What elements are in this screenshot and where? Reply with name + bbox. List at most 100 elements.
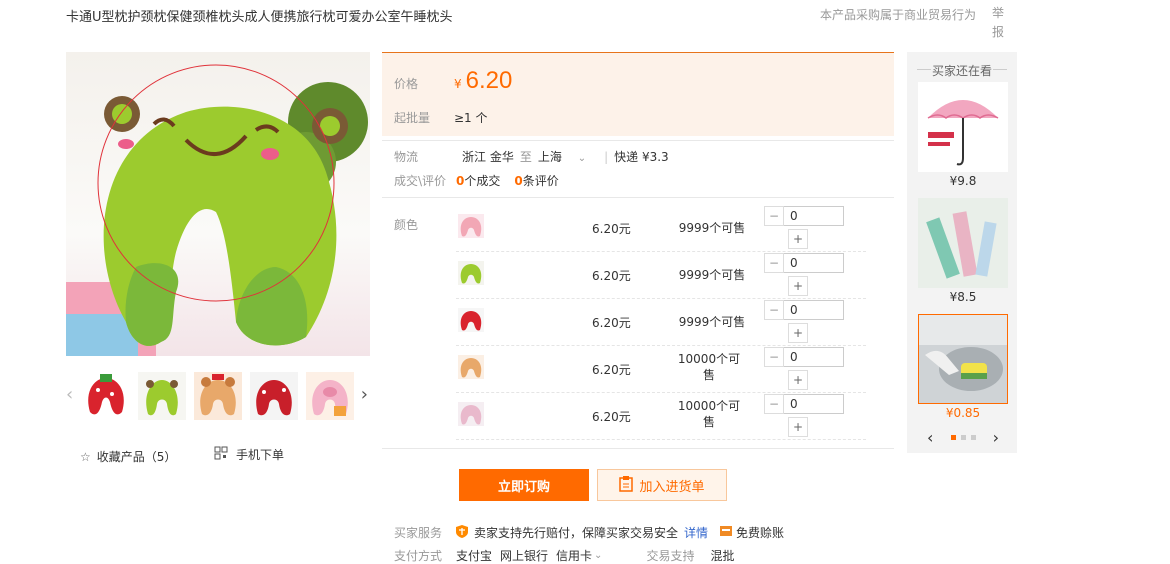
sku-row: 6.20元 9999个可售 − 0 + bbox=[456, 206, 866, 252]
thumb-prev-button[interactable]: ‹ bbox=[66, 384, 73, 405]
express-fee: 快递 ¥3.3 bbox=[614, 150, 669, 164]
payment-method: 支付宝 bbox=[456, 549, 493, 563]
related-prev-button[interactable]: ‹ bbox=[927, 428, 933, 447]
sku-row: 6.20元 10000个可售 − 0 + bbox=[456, 394, 866, 440]
ship-from: 浙江 金华 bbox=[462, 150, 514, 164]
qty-input[interactable]: 0 bbox=[784, 206, 844, 226]
related-price: ¥9.8 bbox=[949, 174, 977, 188]
logistics-row: 物流 浙江 金华 至 上海 ⌄ | 快递 ¥3.3 bbox=[394, 148, 675, 165]
qty-decrease-button[interactable]: − bbox=[764, 206, 784, 226]
sku-price: 6.20元 bbox=[592, 269, 631, 283]
sku-swatch-light-pink[interactable] bbox=[458, 402, 484, 426]
folded-umbrella-image bbox=[918, 198, 1008, 288]
payment-method[interactable]: 信用卡 bbox=[556, 547, 592, 564]
qty-increase-button[interactable]: + bbox=[788, 229, 808, 249]
thumbnail-frog[interactable] bbox=[138, 372, 186, 420]
pager-dot[interactable] bbox=[970, 435, 976, 440]
qty-decrease-button[interactable]: − bbox=[764, 347, 784, 367]
qty-decrease-button[interactable]: − bbox=[764, 394, 784, 414]
buy-now-button[interactable]: 立即订购 bbox=[459, 469, 589, 501]
sku-stock: 9999个可售 bbox=[678, 268, 746, 282]
sku-row: 6.20元 9999个可售 − 0 + bbox=[456, 300, 866, 346]
color-label: 颜色 bbox=[394, 218, 419, 232]
payment-method: 网上银行 bbox=[500, 549, 549, 563]
thumbnail-strawberry[interactable] bbox=[82, 372, 130, 420]
payment-label: 支付方式 bbox=[394, 549, 443, 563]
deal-label: 成交\评价 bbox=[394, 174, 447, 188]
moq-value: ≥1 个 bbox=[454, 111, 488, 125]
qty-decrease-button[interactable]: − bbox=[764, 300, 784, 320]
thumbnail-red-strawberry[interactable] bbox=[250, 372, 298, 420]
ship-to: 上海 bbox=[537, 150, 562, 164]
sku-row: 6.20元 10000个可售 − 0 + bbox=[456, 347, 866, 393]
free-credit-text[interactable]: 免费赊账 bbox=[736, 524, 784, 541]
pager-dot-active[interactable] bbox=[950, 435, 956, 440]
related-item[interactable]: ¥0.85 bbox=[918, 314, 1008, 420]
favorite-button[interactable]: ☆ 收藏产品（5） bbox=[80, 448, 176, 465]
qr-code-icon bbox=[214, 446, 228, 463]
sku-price: 6.20元 bbox=[592, 363, 631, 377]
mobile-order-button[interactable]: 手机下单 bbox=[214, 446, 284, 463]
sku-price: 6.20元 bbox=[592, 410, 631, 424]
price-panel: 价格 ¥ 6.20 起批量 ≥1 个 bbox=[382, 52, 894, 136]
star-icon: ☆ bbox=[80, 449, 91, 464]
divider-line bbox=[382, 140, 894, 141]
guarantee-text: 卖家支持先行赔付，保障买家交易安全 bbox=[474, 526, 679, 540]
mobile-order-label: 手机下单 bbox=[236, 448, 285, 462]
qty-input[interactable]: 0 bbox=[784, 253, 844, 273]
qty-input[interactable]: 0 bbox=[784, 300, 844, 320]
qty-input[interactable]: 0 bbox=[784, 347, 844, 367]
chevron-down-icon[interactable]: ⌄ bbox=[594, 550, 602, 561]
sku-swatch-orange[interactable] bbox=[458, 355, 484, 379]
pager-dot[interactable] bbox=[960, 435, 966, 440]
sku-swatch-red[interactable] bbox=[458, 308, 484, 332]
payment-row: 支付方式 支付宝 网上银行 信用卡 ⌄ 交易支持 混批 bbox=[394, 547, 734, 564]
qty-decrease-button[interactable]: − bbox=[764, 253, 784, 273]
sku-swatch-green[interactable] bbox=[458, 261, 484, 285]
pager-dots bbox=[950, 435, 976, 440]
thumbnail-strip: ‹ › bbox=[66, 368, 370, 424]
price-label: 价格 bbox=[394, 77, 419, 91]
thumbnail-pig[interactable] bbox=[306, 372, 354, 420]
frog-pillow-image bbox=[66, 64, 368, 356]
deal-review-row: 成交\评价 0 个成交 0 条评价 bbox=[394, 172, 559, 189]
review-text[interactable]: 条评价 bbox=[523, 172, 559, 189]
detail-link[interactable]: 详情 bbox=[684, 524, 708, 541]
report-link[interactable]: 举报 bbox=[992, 4, 1006, 42]
related-next-button[interactable]: › bbox=[993, 428, 999, 447]
deal-text[interactable]: 个成交 bbox=[464, 172, 500, 189]
divider-line bbox=[382, 197, 894, 198]
divider: | bbox=[604, 149, 609, 164]
qty-increase-button[interactable]: + bbox=[788, 417, 808, 437]
trade-support-label: 交易支持 bbox=[646, 549, 695, 563]
umbrella-image bbox=[918, 82, 1008, 172]
review-count: 0 bbox=[514, 173, 523, 188]
qty-input[interactable]: 0 bbox=[784, 394, 844, 414]
ship-to-select[interactable]: 上海 ⌄ bbox=[538, 148, 592, 165]
currency-symbol: ¥ bbox=[454, 77, 462, 91]
related-pager: ‹ › bbox=[927, 428, 999, 447]
sku-stock: 9999个可售 bbox=[678, 315, 746, 329]
qty-increase-button[interactable]: + bbox=[788, 370, 808, 390]
related-price: ¥0.85 bbox=[945, 406, 981, 420]
related-item[interactable]: ¥9.8 bbox=[918, 82, 1008, 188]
sku-price: 6.20元 bbox=[592, 222, 631, 236]
chevron-down-icon: ⌄ bbox=[577, 153, 587, 164]
divider-line bbox=[382, 448, 894, 449]
thumb-next-button[interactable]: › bbox=[361, 384, 368, 405]
shield-icon bbox=[456, 524, 468, 541]
qty-increase-button[interactable]: + bbox=[788, 323, 808, 343]
logistics-label: 物流 bbox=[394, 150, 419, 164]
related-item[interactable]: ¥8.5 bbox=[918, 198, 1008, 304]
related-price: ¥8.5 bbox=[949, 290, 977, 304]
sku-stock: 10000个可售 bbox=[677, 399, 741, 429]
main-product-image[interactable] bbox=[66, 52, 370, 356]
favorite-label: 收藏产品（5） bbox=[96, 450, 177, 464]
related-title: 买家还在看 bbox=[907, 62, 1017, 79]
qty-increase-button[interactable]: + bbox=[788, 276, 808, 296]
related-products-panel: 买家还在看 ¥9.8 ¥8.5 ¥0.85 ‹ › bbox=[907, 52, 1017, 453]
thumbnail-bear[interactable] bbox=[194, 372, 242, 420]
sku-swatch-pink[interactable] bbox=[458, 214, 484, 238]
add-to-cart-button[interactable]: 加入进货单 bbox=[597, 469, 727, 501]
add-to-cart-label: 加入进货单 bbox=[639, 478, 705, 494]
